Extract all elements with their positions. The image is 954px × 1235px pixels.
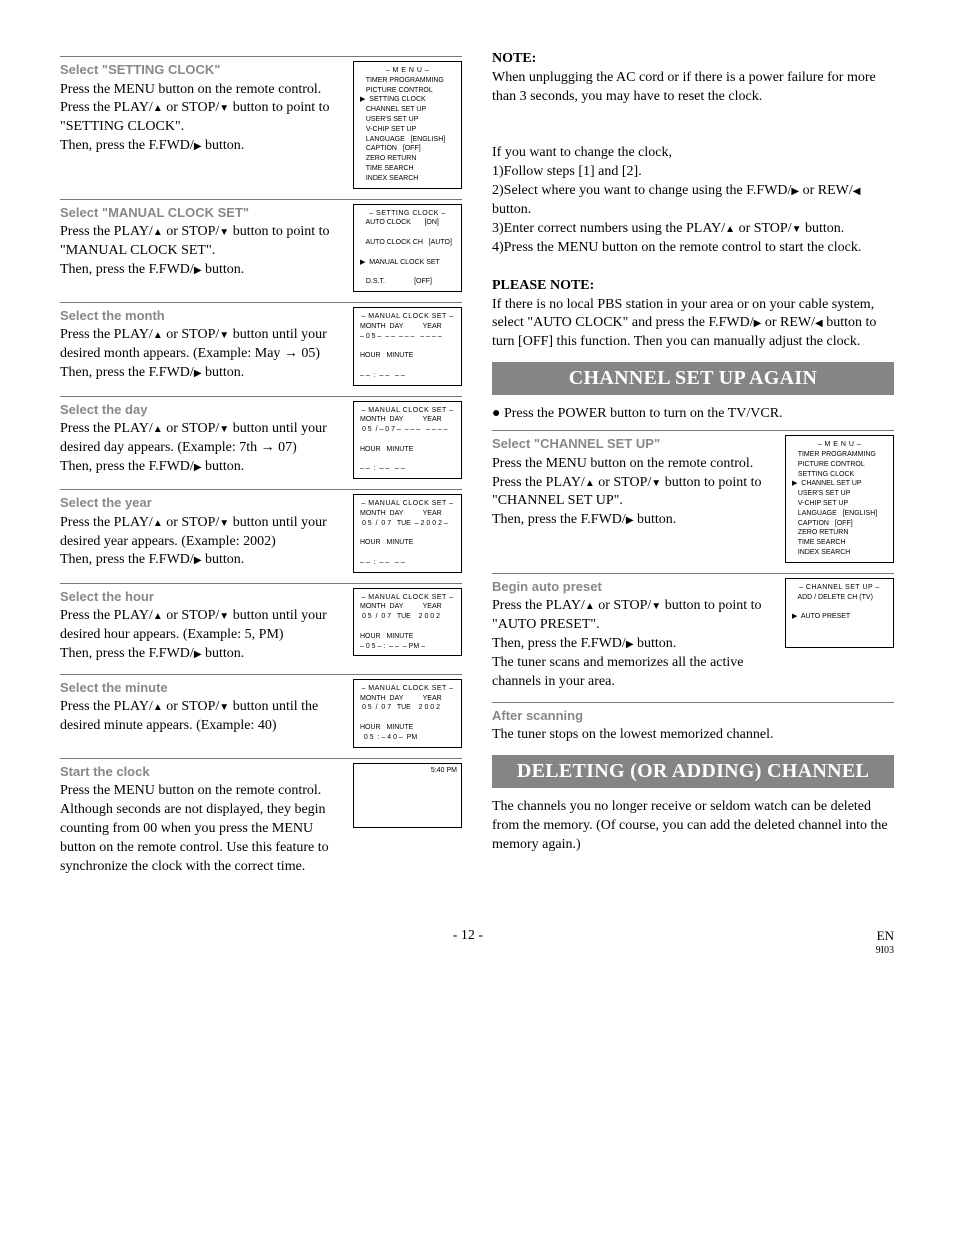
osd-clock-set: – MANUAL CLOCK SET –MONTH DAY YEAR 0 5 /…	[353, 588, 462, 657]
triangle-down-icon	[219, 515, 229, 530]
triangle-down-icon	[219, 224, 229, 239]
step-heading: Select "CHANNEL SET UP"	[492, 435, 777, 453]
note-body: When unplugging the AC cord or if there …	[492, 69, 894, 107]
triangle-right-icon	[194, 262, 202, 277]
step-heading: Select the year	[60, 494, 345, 512]
right-column: NOTE: When unplugging the AC cord or if …	[492, 50, 894, 887]
triangle-up-icon	[725, 221, 735, 236]
step-heading: After scanning	[492, 707, 894, 725]
step-heading: Select the hour	[60, 588, 345, 606]
triangle-up-icon	[153, 100, 163, 115]
step-heading: Start the clock	[60, 763, 345, 781]
triangle-up-icon	[153, 224, 163, 239]
triangle-up-icon	[153, 327, 163, 342]
triangle-up-icon	[153, 608, 163, 623]
triangle-right-icon	[194, 459, 202, 474]
triangle-up-icon	[585, 475, 595, 490]
step-heading: Select the minute	[60, 679, 345, 697]
triangle-left-icon	[815, 315, 823, 330]
triangle-right-icon	[194, 365, 202, 380]
step-heading: Begin auto preset	[492, 578, 777, 596]
triangle-up-icon	[153, 515, 163, 530]
footer-code: 9I03	[876, 944, 894, 958]
step-heading: Select the day	[60, 401, 345, 419]
step-heading: Select "SETTING CLOCK"	[60, 61, 345, 79]
please-note-heading: PLEASE NOTE:	[492, 277, 894, 296]
triangle-right-icon	[791, 183, 799, 198]
triangle-up-icon	[585, 598, 595, 613]
osd-clock-set: – MANUAL CLOCK SET –MONTH DAY YEAR – 0 5…	[353, 307, 462, 386]
triangle-down-icon	[219, 608, 229, 623]
note-heading: NOTE:	[492, 50, 894, 69]
triangle-right-icon	[626, 636, 634, 651]
triangle-down-icon	[219, 327, 229, 342]
triangle-up-icon	[153, 699, 163, 714]
triangle-left-icon	[853, 183, 861, 198]
step-heading: Select "MANUAL CLOCK SET"	[60, 204, 345, 222]
triangle-down-icon	[219, 100, 229, 115]
section-header: CHANNEL SET UP AGAIN	[492, 362, 894, 395]
deleting-body: The channels you no longer receive or se…	[492, 798, 894, 855]
triangle-right-icon	[194, 138, 202, 153]
osd-channel-setup: – CHANNEL SET UP – ADD / DELETE CH (TV) …	[785, 578, 894, 648]
triangle-down-icon	[651, 475, 661, 490]
osd-clock-set: – MANUAL CLOCK SET –MONTH DAY YEAR 0 5 /…	[353, 494, 462, 573]
triangle-down-icon	[651, 598, 661, 613]
osd-setting-clock: – SETTING CLOCK – AUTO CLOCK [ON] AUTO C…	[353, 204, 462, 292]
step-heading: Select the month	[60, 307, 345, 325]
osd-menu: – M E N U – TIMER PROGRAMMING PICTURE CO…	[353, 61, 462, 189]
osd-menu: – M E N U – TIMER PROGRAMMING PICTURE CO…	[785, 435, 894, 563]
triangle-up-icon	[153, 421, 163, 436]
osd-clock-set: – MANUAL CLOCK SET –MONTH DAY YEAR 0 5 /…	[353, 401, 462, 480]
footer-language: EN	[876, 927, 894, 945]
triangle-right-icon	[194, 646, 202, 661]
triangle-right-icon	[194, 552, 202, 567]
osd-time-display: 5:40 PM	[353, 763, 462, 828]
section-header: DELETING (OR ADDING) CHANNEL	[492, 755, 894, 788]
page-number: - 12 -	[453, 927, 483, 958]
left-column: Select "SETTING CLOCK" Press the MENU bu…	[60, 50, 462, 887]
triangle-down-icon	[792, 221, 802, 236]
triangle-right-icon	[626, 512, 634, 527]
triangle-down-icon	[219, 421, 229, 436]
triangle-down-icon	[219, 699, 229, 714]
osd-clock-set: – MANUAL CLOCK SET –MONTH DAY YEAR 0 5 /…	[353, 679, 462, 748]
page-footer: - 12 - EN 9I03	[60, 927, 894, 958]
